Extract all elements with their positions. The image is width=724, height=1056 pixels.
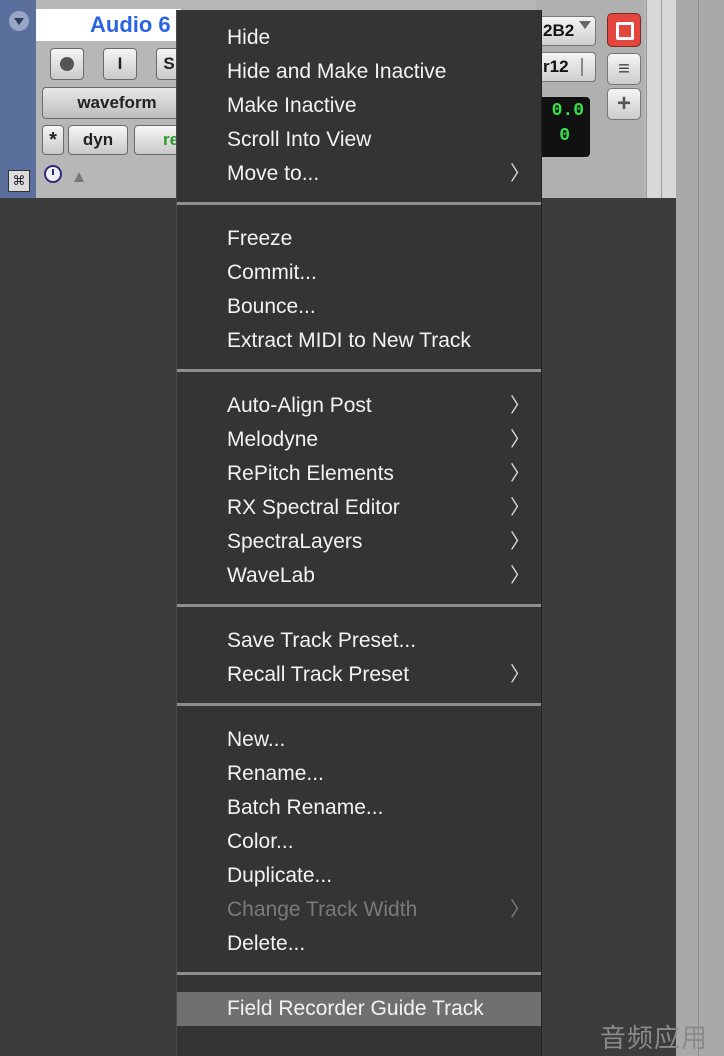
record-enable-button[interactable] — [50, 48, 84, 80]
menu-item-extract-midi-to-new-track[interactable]: Extract MIDI to New Track — [177, 324, 541, 358]
track-context-menu: Hide Hide and Make Inactive Make Inactive S… — [176, 10, 542, 1056]
menu-item-hide[interactable]: Hide — [177, 21, 541, 55]
track-view-selector[interactable]: waveform — [42, 87, 192, 119]
menu-item-label: Recall Track Preset — [227, 663, 410, 686]
menu-item-label: RX Spectral Editor — [227, 496, 400, 519]
menu-item-label: Extract MIDI to New Track — [227, 329, 471, 352]
meter-strip — [646, 0, 677, 198]
menu-item-label: Hide — [227, 26, 271, 49]
menu-item-label: Change Track Width — [227, 898, 418, 921]
menu-item-auto-align-post[interactable]: Auto-Align Post 〉 — [177, 389, 541, 423]
menu-item-label: Move to... — [227, 162, 320, 185]
menu-item-label: Make Inactive — [227, 94, 357, 117]
submenu-chevron-icon: 〉 — [510, 497, 530, 519]
menu-separator — [177, 972, 541, 975]
menu-item-field-recorder-guide-track[interactable]: Field Recorder Guide Track — [177, 992, 541, 1026]
output-selector[interactable]: r12 — [536, 52, 596, 82]
submenu-chevron-icon: 〉 — [510, 463, 530, 485]
menu-item-make-inactive[interactable]: Make Inactive — [177, 89, 541, 123]
menu-item-hide-and-make-inactive[interactable]: Hide and Make Inactive — [177, 55, 541, 89]
submenu-chevron-icon: 〉 — [510, 565, 530, 587]
menu-item-rename[interactable]: Rename... — [177, 757, 541, 791]
menu-item-label: RePitch Elements — [227, 462, 394, 485]
menu-separator — [177, 202, 541, 205]
menu-item-rx-spectral-editor[interactable]: RX Spectral Editor 〉 — [177, 491, 541, 525]
submenu-chevron-icon: 〉 — [510, 531, 530, 553]
menu-item-label: Color... — [227, 830, 294, 853]
watermark: 音频应用 — [600, 1024, 709, 1054]
asterisk-button[interactable]: * — [42, 125, 64, 155]
menu-item-label: Duplicate... — [227, 864, 333, 887]
input-monitor-button[interactable]: I — [103, 48, 137, 80]
menu-item-label: Melodyne — [227, 428, 319, 451]
menu-item-label: WaveLab — [227, 564, 315, 587]
menu-item-label: Save Track Preset... — [227, 629, 417, 652]
menu-item-move-to[interactable]: Move to... 〉 — [177, 157, 541, 191]
menu-item-change-track-width: Change Track Width 〉 — [177, 893, 541, 927]
menu-item-label: Scroll Into View — [227, 128, 372, 151]
menu-item-batch-rename[interactable]: Batch Rename... — [177, 791, 541, 825]
menu-item-label: Hide and Make Inactive — [227, 60, 447, 83]
track-name-field[interactable]: Audio 6 — [36, 9, 181, 41]
pan-marker-icon — [74, 172, 84, 182]
edge-strip — [676, 0, 724, 1056]
menu-item-recall-track-preset[interactable]: Recall Track Preset 〉 — [177, 658, 541, 692]
menu-item-spectralayers[interactable]: SpectraLayers 〉 — [177, 525, 541, 559]
menu-item-label: Rename... — [227, 762, 324, 785]
submenu-chevron-icon: 〉 — [510, 899, 530, 921]
menu-item-duplicate[interactable]: Duplicate... — [177, 859, 541, 893]
menu-item-label: Bounce... — [227, 295, 316, 318]
playlist-selector[interactable]: dyn — [68, 125, 128, 155]
menu-item-commit[interactable]: Commit... — [177, 256, 541, 290]
submenu-chevron-icon: 〉 — [510, 163, 530, 185]
volume-readout: 0.0 — [551, 101, 584, 121]
menu-item-label: Batch Rename... — [227, 796, 384, 819]
menu-item-wavelab[interactable]: WaveLab 〉 — [177, 559, 541, 593]
menu-item-scroll-into-view[interactable]: Scroll Into View — [177, 123, 541, 157]
menu-separator — [177, 604, 541, 607]
add-button[interactable]: + — [607, 88, 641, 120]
menu-item-melodyne[interactable]: Melodyne 〉 — [177, 423, 541, 457]
menu-item-save-track-preset[interactable]: Save Track Preset... — [177, 624, 541, 658]
menu-item-label: Freeze — [227, 227, 293, 250]
timebase-icon[interactable] — [44, 165, 62, 183]
menu-separator — [177, 703, 541, 706]
menu-item-label: Commit... — [227, 261, 317, 284]
menu-item-label: Delete... — [227, 932, 306, 955]
routing-icon[interactable]: ⌘ — [8, 170, 30, 192]
menu-item-delete[interactable]: Delete... — [177, 927, 541, 961]
input-selector[interactable]: 2B2 — [536, 16, 596, 46]
menu-item-label: Field Recorder Guide Track — [227, 997, 484, 1020]
menu-item-repitch-elements[interactable]: RePitch Elements 〉 — [177, 457, 541, 491]
volume-pan-readout: 0.0 0 — [536, 97, 590, 157]
menu-item-bounce[interactable]: Bounce... — [177, 290, 541, 324]
menu-item-label: Auto-Align Post — [227, 394, 372, 417]
menu-item-color[interactable]: Color... — [177, 825, 541, 859]
menu-item-freeze[interactable]: Freeze — [177, 222, 541, 256]
comments-icon[interactable]: ≡ — [607, 53, 641, 85]
menu-item-label: SpectraLayers — [227, 530, 363, 553]
menu-item-label: New... — [227, 728, 286, 751]
track-active-icon[interactable] — [607, 13, 641, 47]
submenu-chevron-icon: 〉 — [510, 664, 530, 686]
submenu-chevron-icon: 〉 — [510, 395, 530, 417]
collapse-icon[interactable] — [9, 11, 29, 31]
menu-item-new[interactable]: New... — [177, 723, 541, 757]
menu-separator — [177, 369, 541, 372]
submenu-chevron-icon: 〉 — [510, 429, 530, 451]
